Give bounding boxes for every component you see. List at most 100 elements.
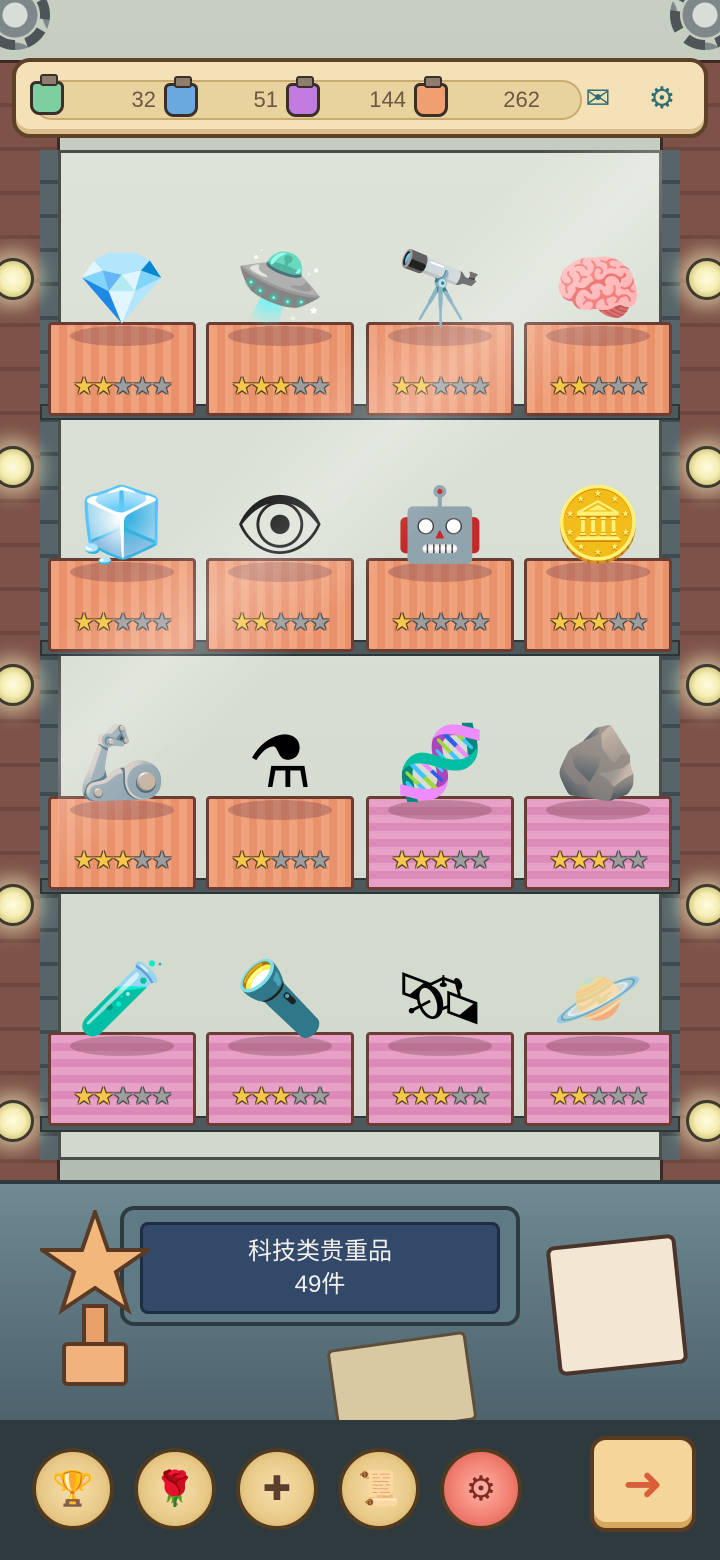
- green-potion-jar-icon: [30, 74, 64, 115]
- star-empty-icon: ★: [607, 1083, 629, 1110]
- star-rating: ★★★★★: [366, 1082, 514, 1112]
- brain-icon: 🧠: [553, 248, 643, 329]
- resource-purple-value-wrap: 144: [346, 76, 448, 120]
- category-label: 科技类贵重品 49件: [140, 1222, 500, 1314]
- star-filled-icon: ★: [250, 609, 272, 636]
- star-rating: ★★★★★: [366, 372, 514, 402]
- star-empty-icon: ★: [430, 609, 451, 636]
- star-filled-icon: ★: [549, 847, 570, 874]
- settings-button[interactable]: ⚙: [636, 72, 688, 124]
- star-rating: ★★★★★: [366, 608, 514, 638]
- star-rating: ★★★★★: [48, 608, 196, 638]
- star-filled-icon: ★: [250, 847, 272, 874]
- star-filled-icon: ★: [73, 1083, 94, 1110]
- star-trophy-icon[interactable]: [35, 1205, 155, 1390]
- star-rating: ★★★★★: [206, 372, 354, 402]
- collection-slot[interactable]: 🧠 ★★★★★: [524, 170, 672, 416]
- calendar-icon[interactable]: [545, 1233, 689, 1377]
- collection-slot[interactable]: 🛸 ★★★★★: [206, 170, 354, 416]
- gear-icon: ⚙: [648, 81, 676, 115]
- resource-value: 144: [369, 87, 406, 112]
- star-filled-icon: ★: [588, 609, 609, 636]
- star-filled-icon: ★: [568, 609, 590, 636]
- star-rating: ★★★★★: [524, 1082, 672, 1112]
- star-empty-icon: ★: [151, 1083, 172, 1110]
- star-empty-icon: ★: [607, 609, 629, 636]
- star-empty-icon: ★: [151, 847, 172, 874]
- collection-slot[interactable]: 💎 ★★★★★: [48, 170, 196, 416]
- nav-trophy-button[interactable]: 🏆: [32, 1448, 114, 1530]
- star-empty-icon: ★: [607, 847, 629, 874]
- nav-rose-button[interactable]: 🌹: [134, 1448, 216, 1530]
- star-empty-icon: ★: [588, 1083, 609, 1110]
- star-empty-icon: ★: [289, 1083, 311, 1110]
- star-filled-icon: ★: [231, 1083, 252, 1110]
- trophy-cup-icon: 🏆: [51, 1470, 95, 1508]
- collection-slot[interactable]: 🧬 ★★★★★: [366, 644, 514, 890]
- star-rating: ★★★★★: [206, 1082, 354, 1112]
- collection-slot[interactable]: 🦾 ★★★★★: [48, 644, 196, 890]
- next-page-button[interactable]: ➜: [590, 1436, 696, 1532]
- collection-slot[interactable]: 🪨 ★★★★★: [524, 644, 672, 890]
- star-rating: ★★★★★: [48, 372, 196, 402]
- star-filled-icon: ★: [391, 373, 412, 400]
- star-empty-icon: ★: [309, 847, 330, 874]
- collection-slot[interactable]: 🧪 ★★★★★: [48, 880, 196, 1126]
- star-filled-icon: ★: [92, 847, 114, 874]
- test-tube-icon: 🧪: [77, 958, 167, 1039]
- star-empty-icon: ★: [131, 373, 153, 400]
- star-empty-icon: ★: [309, 1083, 330, 1110]
- star-rating: ★★★★★: [48, 846, 196, 876]
- star-empty-icon: ★: [131, 609, 153, 636]
- star-filled-icon: ★: [250, 373, 272, 400]
- green-crystal-icon: 💎: [77, 248, 167, 329]
- purple-potion-jar-icon: [286, 76, 320, 117]
- nav-scroll-button[interactable]: 📜: [338, 1448, 420, 1530]
- space-telescope-icon: 🔭: [395, 248, 485, 329]
- collection-slot[interactable]: 🔦 ★★★★★: [206, 880, 354, 1126]
- star-empty-icon: ★: [151, 373, 172, 400]
- star-filled-icon: ★: [391, 847, 412, 874]
- collection-slot[interactable]: 🔭 ★★★★★: [366, 170, 514, 416]
- nav-puzzle-button[interactable]: ✚: [236, 1448, 318, 1530]
- collection-slot[interactable]: 🤖 ★★★★★: [366, 406, 514, 652]
- star-empty-icon: ★: [627, 609, 648, 636]
- star-empty-icon: ★: [627, 1083, 648, 1110]
- star-empty-icon: ★: [289, 609, 311, 636]
- planet-model-icon: 🪐: [553, 958, 643, 1039]
- tech-gear-icon: ⚙: [465, 1470, 497, 1508]
- collection-slot[interactable]: ⚗ ★★★★★: [206, 644, 354, 890]
- star-filled-icon: ★: [549, 1083, 570, 1110]
- star-empty-icon: ★: [588, 373, 609, 400]
- blue-potion-jar-icon: [164, 76, 198, 117]
- nav-tech-button[interactable]: ⚙: [440, 1448, 522, 1530]
- star-empty-icon: ★: [309, 609, 330, 636]
- star-empty-icon: ★: [627, 847, 648, 874]
- star-empty-icon: ★: [289, 373, 311, 400]
- resource-value: 51: [253, 87, 278, 112]
- category-count: 49件: [294, 1271, 346, 1298]
- collection-slot[interactable]: 🪙 ★★★★★: [524, 406, 672, 652]
- collection-slot[interactable]: 🧊 ★★★★★: [48, 406, 196, 652]
- star-filled-icon: ★: [410, 1083, 432, 1110]
- lamp-icon: [686, 884, 720, 926]
- lamp-icon: [686, 446, 720, 488]
- star-rating: ★★★★★: [206, 846, 354, 876]
- star-empty-icon: ★: [469, 847, 490, 874]
- mail-button[interactable]: ✉: [572, 72, 624, 124]
- star-rating: ★★★★★: [524, 608, 672, 638]
- star-filled-icon: ★: [391, 609, 412, 636]
- star-rating: ★★★★★: [524, 372, 672, 402]
- collection-slot[interactable]: 🛰 ★★★★★: [366, 880, 514, 1126]
- collection-slot[interactable]: 🪐 ★★★★★: [524, 880, 672, 1126]
- star-empty-icon: ★: [469, 1083, 490, 1110]
- resource-green[interactable]: [30, 74, 64, 118]
- star-empty-icon: ★: [607, 373, 629, 400]
- lamp-icon: [686, 258, 720, 300]
- collection-slot[interactable]: 👁 ★★★★★: [206, 406, 354, 652]
- star-filled-icon: ★: [270, 1083, 291, 1110]
- star-filled-icon: ★: [549, 373, 570, 400]
- star-filled-icon: ★: [112, 847, 133, 874]
- star-empty-icon: ★: [112, 373, 133, 400]
- arrow-right-icon: ➜: [622, 1458, 664, 1511]
